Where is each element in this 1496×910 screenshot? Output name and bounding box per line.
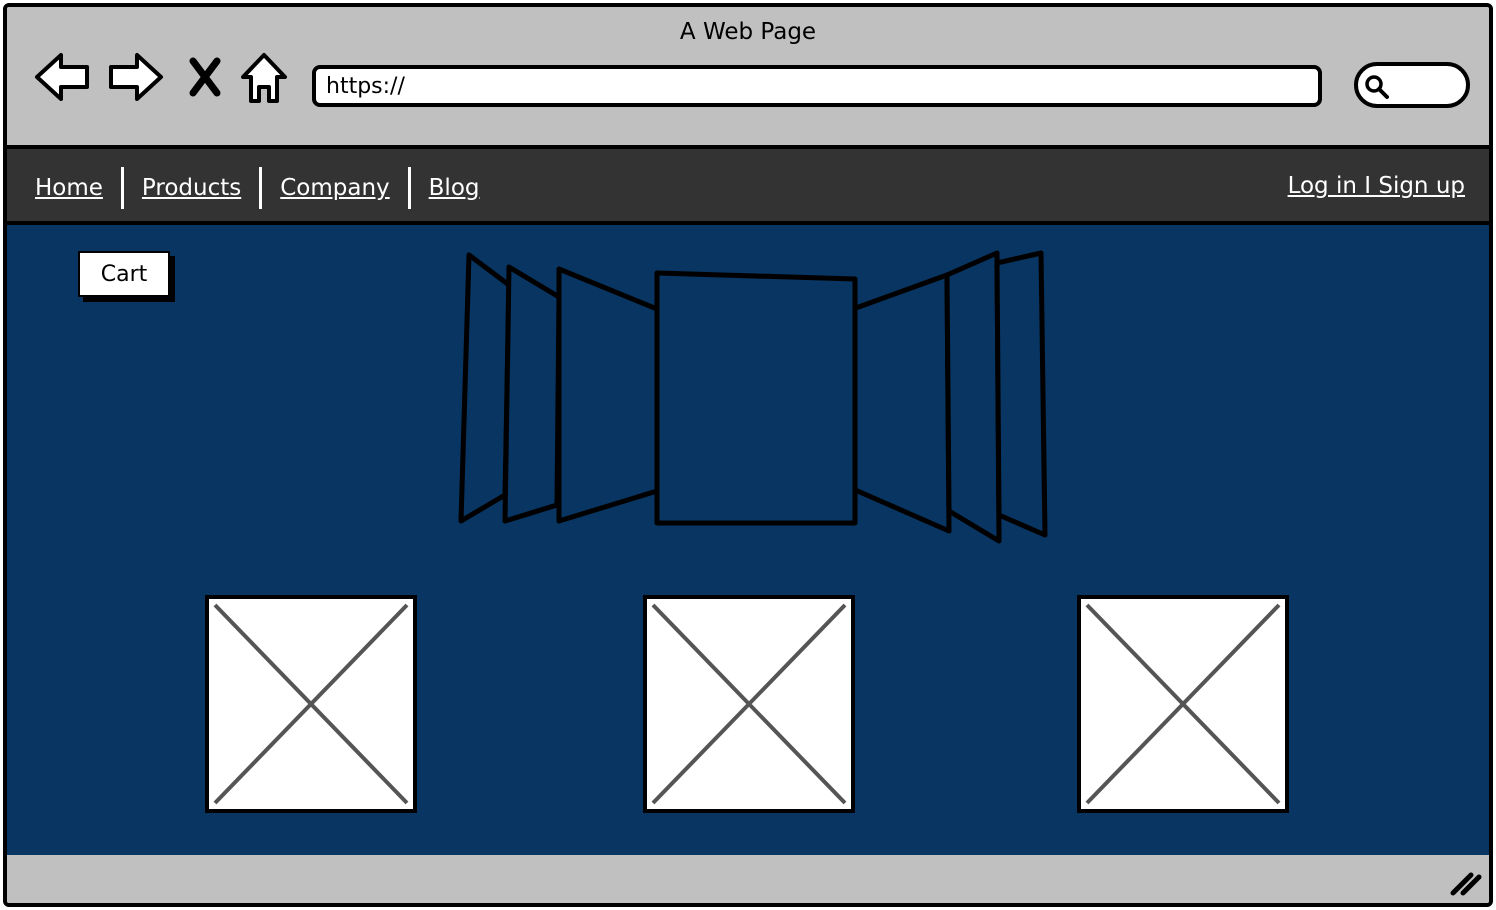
browser-statusbar <box>7 855 1489 903</box>
carousel-slide-left-1 <box>556 266 660 524</box>
home-button[interactable] <box>235 47 293 107</box>
browser-titlebar: A Web Page <box>7 7 1489 145</box>
nav-link-blog[interactable]: Blog <box>425 169 484 207</box>
carousel-slide-right-3 <box>994 250 1048 538</box>
search-button[interactable] <box>1354 62 1470 108</box>
image-placeholder-icon <box>651 603 847 805</box>
page-content: Cart <box>7 225 1489 859</box>
nav-link-home[interactable]: Home <box>31 169 107 207</box>
nav-link-products[interactable]: Products <box>138 169 245 207</box>
back-arrow-icon <box>35 53 89 101</box>
nav-divider <box>120 167 124 209</box>
nav-divider <box>259 167 263 209</box>
forward-arrow-icon <box>109 53 163 101</box>
carousel-slide-left-2 <box>502 264 562 524</box>
image-placeholder <box>205 595 417 813</box>
close-icon <box>189 57 221 97</box>
url-input[interactable] <box>312 65 1322 107</box>
image-placeholder-icon <box>1085 603 1281 805</box>
forward-button[interactable] <box>105 47 167 107</box>
resize-handle[interactable] <box>1449 867 1483 897</box>
carousel-slide-center <box>654 270 858 526</box>
resize-grip-icon <box>1450 872 1482 896</box>
window-title: A Web Page <box>679 19 817 45</box>
nav-links: Home Products Company Blog <box>31 167 484 209</box>
back-button[interactable] <box>31 47 93 107</box>
search-icon <box>1365 75 1389 99</box>
image-placeholder-icon <box>213 603 409 805</box>
carousel-slide-left-3 <box>458 252 512 524</box>
login-signup-link[interactable]: Log in I Sign up <box>1288 167 1465 205</box>
cart-button[interactable]: Cart <box>78 251 170 297</box>
browser-window: A Web Page https:// Home Products Compan… <box>3 3 1493 907</box>
home-icon <box>241 53 287 103</box>
cover-flow-carousel[interactable] <box>447 245 1057 555</box>
carousel-slide-right-2 <box>944 250 1002 544</box>
image-placeholder <box>1077 595 1289 813</box>
carousel-graphic <box>458 250 1048 544</box>
nav-link-company[interactable]: Company <box>276 169 393 207</box>
site-navbar: Home Products Company Blog Log in I Sign… <box>7 145 1489 225</box>
stop-button[interactable] <box>179 47 231 107</box>
image-placeholder <box>643 595 855 813</box>
carousel-slide-right-1 <box>850 272 952 534</box>
nav-divider <box>407 167 411 209</box>
